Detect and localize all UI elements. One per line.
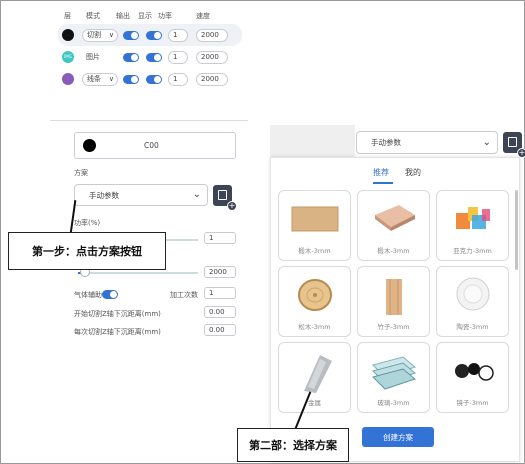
save-icon xyxy=(508,137,517,147)
material-card[interactable]: 竹子-3mm xyxy=(357,266,430,337)
header-layer: 层 xyxy=(64,12,71,20)
power-value-input[interactable]: 1 xyxy=(204,232,236,244)
display-toggle[interactable] xyxy=(146,30,162,40)
material-name: 竹子-3mm xyxy=(377,323,410,331)
chevron-down-icon: ⌄ xyxy=(192,188,201,200)
speed-input[interactable]: 2000 xyxy=(196,28,228,42)
material-name: 镜子-3mm xyxy=(456,399,489,407)
material-card[interactable]: 玻璃-3mm xyxy=(357,342,430,413)
each-depth-input[interactable]: 0.00 xyxy=(204,324,236,336)
layer-color-dot xyxy=(62,73,74,85)
output-toggle[interactable] xyxy=(123,74,139,84)
power-input[interactable]: 1 xyxy=(168,50,188,64)
power-input[interactable]: 1 xyxy=(168,72,188,86)
plywood-stack-icon xyxy=(374,205,415,231)
layer-table-header: 层 模式 输出 显示 功率 速度 xyxy=(58,8,242,24)
layer-row[interactable]: IMG 图片 1 2000 xyxy=(58,46,242,68)
air-assist-label: 气体辅助 xyxy=(74,291,102,299)
display-toggle[interactable] xyxy=(146,52,162,62)
save-scheme-button-right[interactable]: + xyxy=(503,132,525,158)
air-assist-toggle[interactable] xyxy=(102,290,118,299)
glass-panes-icon xyxy=(371,356,416,390)
material-name: 陶瓷-3mm xyxy=(456,323,489,331)
color-swatch xyxy=(83,139,96,152)
output-toggle[interactable] xyxy=(123,52,139,62)
create-scheme-button[interactable]: 创建方案 xyxy=(362,427,434,447)
step1-callout: 第一步：点击方案按钮 xyxy=(8,232,166,270)
scheme-select-right[interactable]: 手动参数 ⌄ xyxy=(356,131,498,154)
popup-scrollbar[interactable] xyxy=(515,190,518,270)
material-name: 亚克力-3mm xyxy=(453,247,492,255)
layer-image-chip: IMG xyxy=(62,51,74,63)
material-card[interactable]: 亚克力-3mm xyxy=(436,190,509,261)
material-card[interactable]: 松木-3mm xyxy=(278,266,351,337)
material-card[interactable]: 陶瓷-3mm xyxy=(436,266,509,337)
material-name: 椴木-3mm xyxy=(298,247,331,255)
canvas-area xyxy=(270,125,355,157)
header-speed: 速度 xyxy=(196,12,210,20)
color-code: C00 xyxy=(144,141,159,150)
wood-slice-icon xyxy=(297,279,332,311)
start-depth-input[interactable]: 0.00 xyxy=(204,306,236,318)
header-display: 显示 xyxy=(138,12,152,20)
material-card[interactable]: 椴木-3mm xyxy=(357,190,430,261)
header-power: 功率 xyxy=(158,12,172,20)
chevron-down-icon: ∨ xyxy=(108,75,114,83)
speed-slider-track[interactable] xyxy=(86,272,198,274)
mode-label: 图片 xyxy=(86,53,100,61)
acrylic-sheets-icon xyxy=(455,207,490,229)
mode-select[interactable]: 线条 ∨ xyxy=(82,72,118,86)
metal-sheet-icon xyxy=(303,355,332,393)
display-toggle[interactable] xyxy=(146,74,162,84)
save-scheme-button[interactable]: + xyxy=(213,185,237,211)
speed-input[interactable]: 2000 xyxy=(196,50,228,64)
add-badge-icon: + xyxy=(227,201,237,211)
layer-row[interactable]: 线条 ∨ 1 2000 xyxy=(58,68,242,90)
layer-table: 层 模式 输出 显示 功率 速度 切割 ∨ 1 2000 IMG 图片 1 200… xyxy=(58,8,242,90)
tab-recommended[interactable]: 推荐 xyxy=(373,167,393,184)
material-name: 松木-3mm xyxy=(298,323,331,331)
plywood-board-icon xyxy=(291,206,338,232)
output-toggle[interactable] xyxy=(123,30,139,40)
material-name: 玻璃-3mm xyxy=(377,399,410,407)
chevron-down-icon: ⌄ xyxy=(482,136,491,148)
speed-value-input[interactable]: 2000 xyxy=(204,266,236,278)
chevron-down-icon: ∨ xyxy=(108,31,114,39)
bamboo-board-icon xyxy=(385,279,402,315)
tab-mine[interactable]: 我的 xyxy=(405,167,421,184)
mirror-icon xyxy=(454,363,494,381)
power-input[interactable]: 1 xyxy=(168,28,188,42)
material-name: 金属 xyxy=(308,399,321,407)
save-icon xyxy=(218,190,227,200)
header-mode: 模式 xyxy=(86,12,100,20)
ceramic-plate-icon xyxy=(456,277,489,311)
scheme-tabs: 推荐 我的 xyxy=(373,167,421,184)
scheme-select-right-value: 手动参数 xyxy=(371,138,401,147)
layer-color-dot xyxy=(62,29,74,41)
layer-color-field[interactable]: C00 xyxy=(74,132,236,159)
material-card[interactable]: 椴木-3mm xyxy=(278,190,351,261)
passes-label: 加工次数 xyxy=(170,291,198,299)
speed-input[interactable]: 2000 xyxy=(196,72,228,86)
material-card[interactable]: 镜子-3mm xyxy=(436,342,509,413)
scheme-label: 方案 xyxy=(74,169,88,177)
mode-select[interactable]: 切割 ∨ xyxy=(82,28,118,42)
divider xyxy=(50,120,248,121)
power-label: 功率(%) xyxy=(74,219,101,227)
material-name: 椴木-3mm xyxy=(377,247,410,255)
step2-callout: 第二部：选择方案 xyxy=(237,428,349,462)
scheme-select[interactable]: 手动参数 ⌄ xyxy=(74,184,208,206)
layer-row[interactable]: 切割 ∨ 1 2000 xyxy=(58,24,242,46)
passes-input[interactable]: 1 xyxy=(204,287,236,299)
scheme-select-value: 手动参数 xyxy=(89,190,119,200)
header-output: 输出 xyxy=(116,12,130,20)
start-depth-label: 开始切割Z轴下沉距离(mm) xyxy=(74,310,161,318)
material-card[interactable]: 金属 xyxy=(278,342,351,413)
each-depth-label: 每次切割Z轴下沉距离(mm) xyxy=(74,328,161,336)
